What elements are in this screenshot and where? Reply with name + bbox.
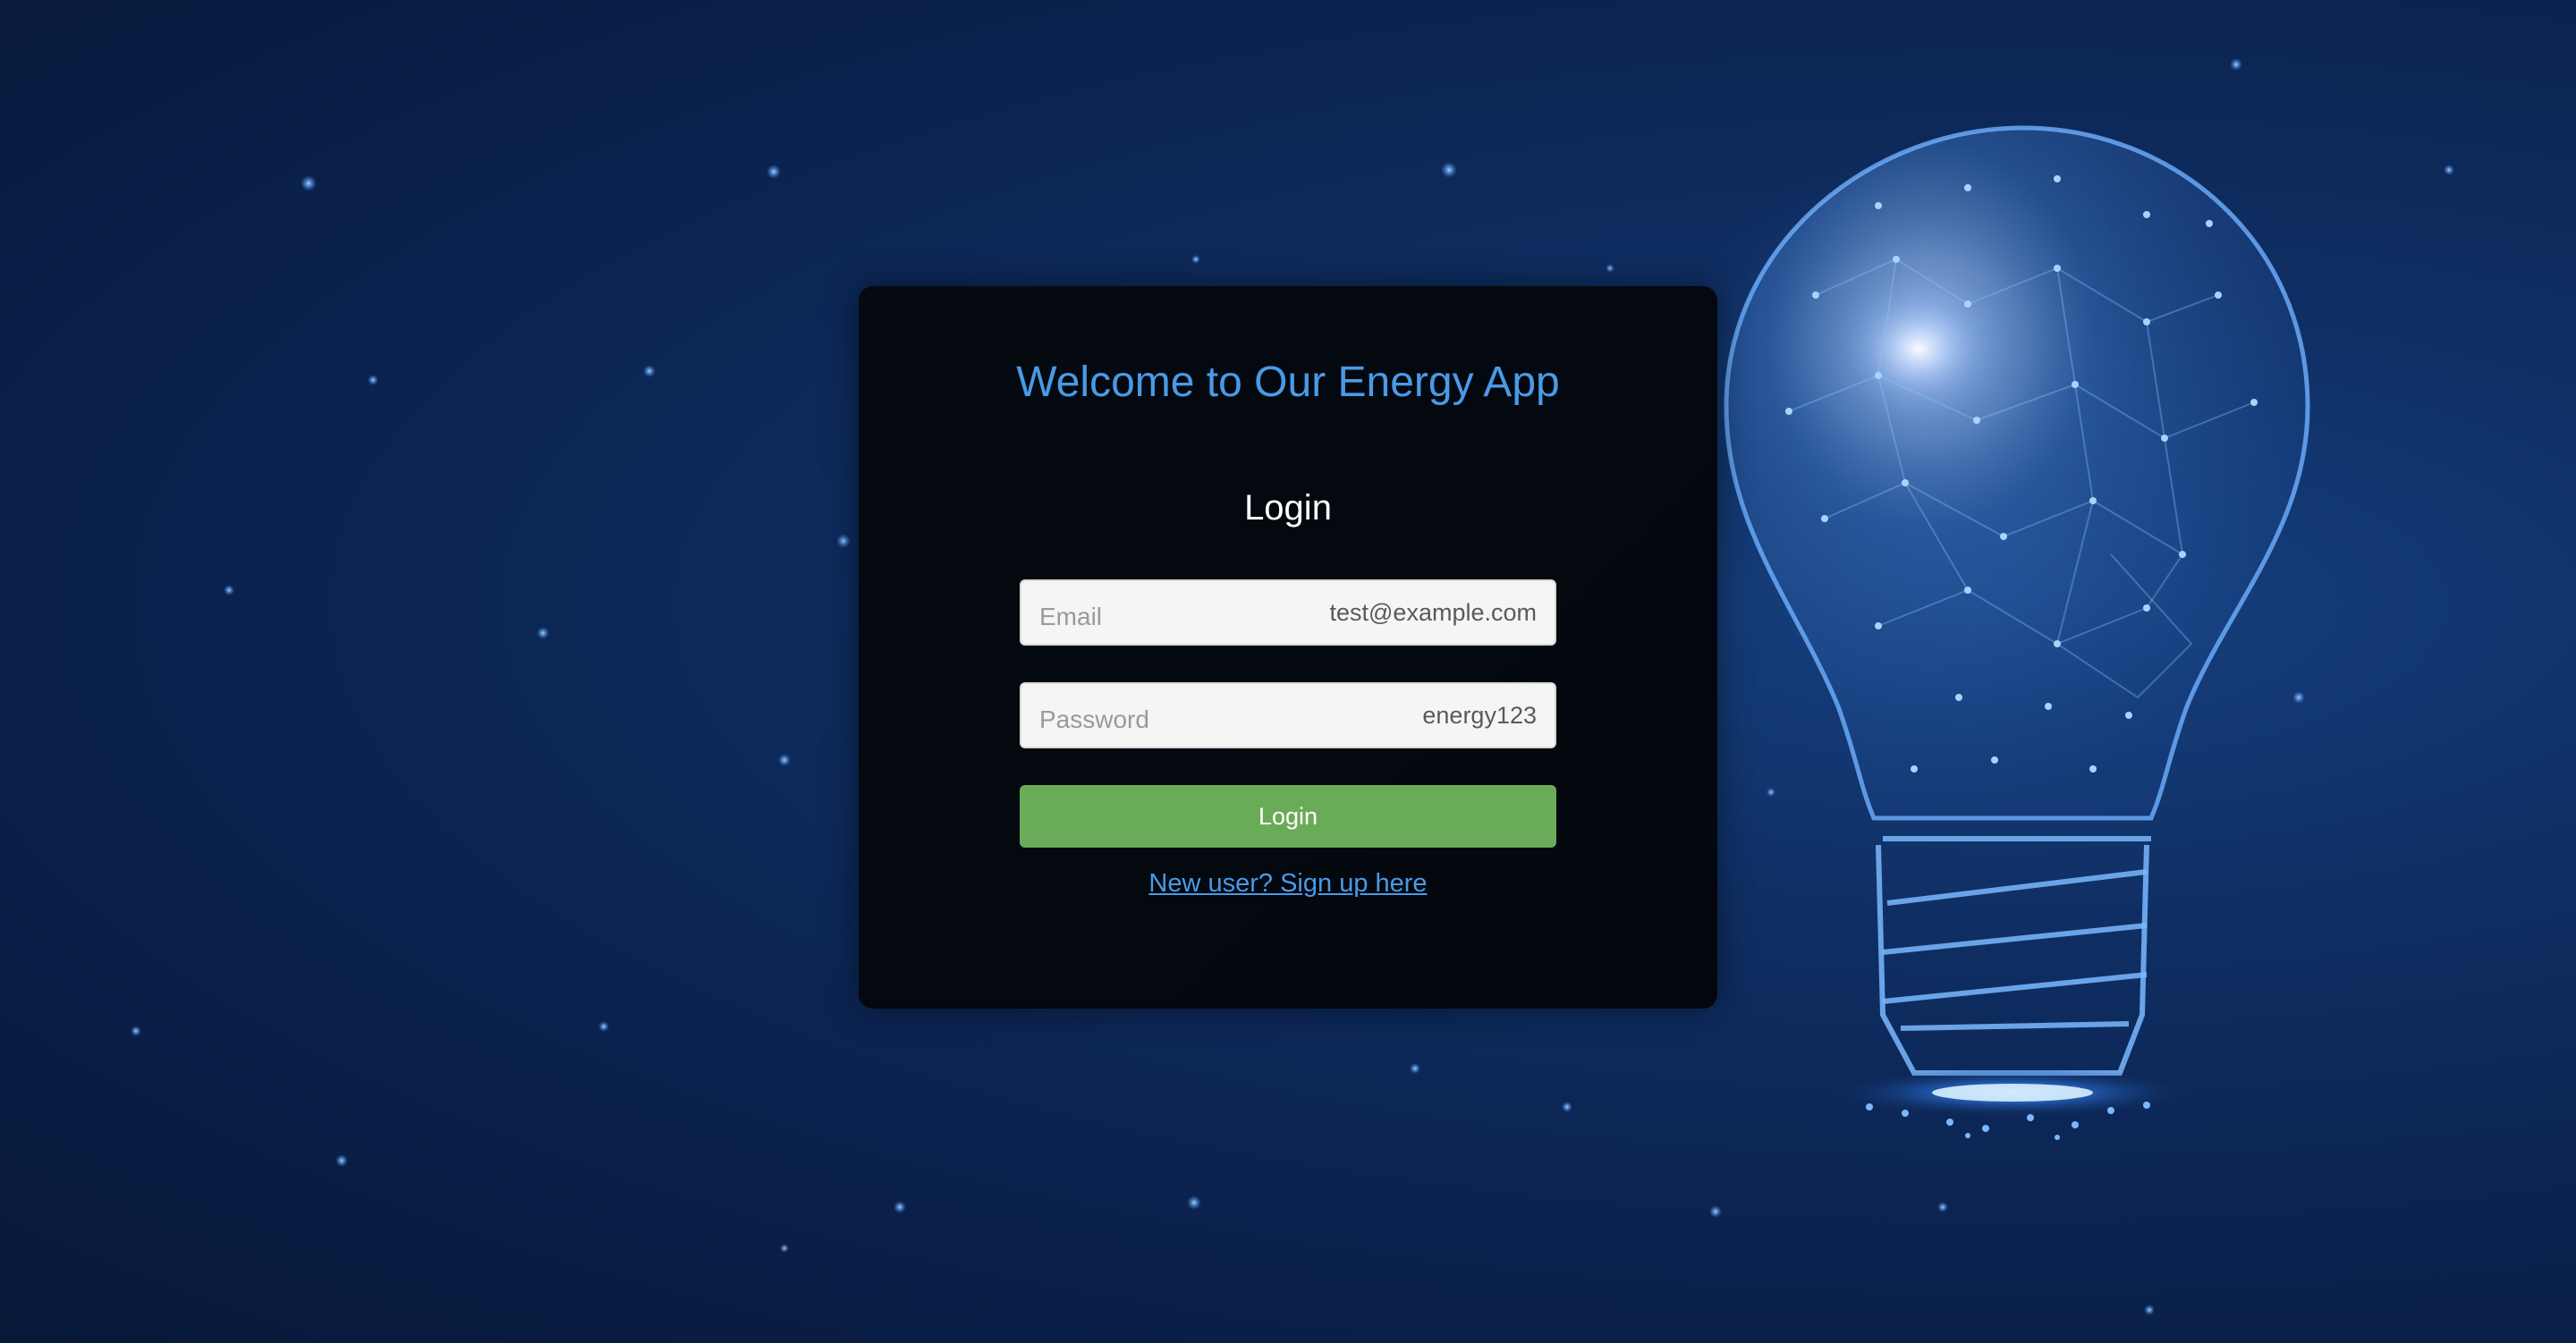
login-heading: Login (1244, 488, 1332, 528)
email-value: test@example.com (1329, 599, 1538, 626)
login-card: Welcome to Our Energy App Login test@exa… (859, 286, 1717, 1009)
app-title: Welcome to Our Energy App (1016, 359, 1560, 406)
lightbulb-illustration (1682, 125, 2310, 1140)
password-field-container: energy123 (1020, 682, 1556, 748)
signup-link[interactable]: New user? Sign up here (859, 869, 1717, 899)
email-field-container: test@example.com (1020, 579, 1556, 646)
password-value: energy123 (1422, 702, 1537, 729)
login-button[interactable]: Login (1020, 785, 1556, 848)
